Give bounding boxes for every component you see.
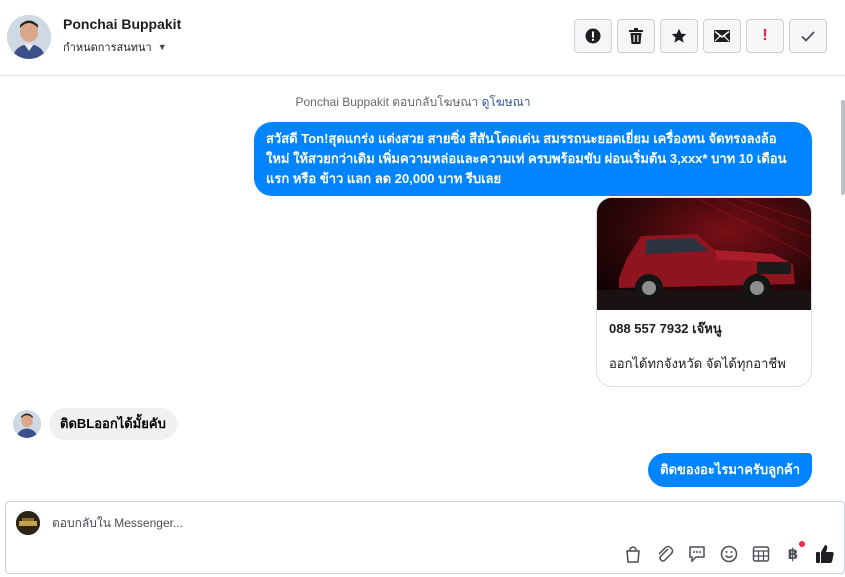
view-ad-link[interactable]: ดูโฆษณา (482, 95, 531, 109)
caret-down-icon: ▼ (157, 42, 167, 52)
envelope-icon (714, 30, 730, 42)
thumbs-up-icon[interactable] (814, 543, 836, 565)
ad-image (597, 198, 811, 310)
ad-card[interactable]: 088 557 7932 เจ๊หนู ออกได้ทกจังหวัด จัดไ… (596, 197, 812, 387)
ad-card-phone: 088 557 7932 เจ๊หนู (609, 321, 722, 336)
notification-dot (799, 541, 805, 547)
star-button[interactable] (660, 19, 698, 53)
delete-button[interactable] (617, 19, 655, 53)
trash-icon (629, 28, 643, 44)
assign-label: กำหนดการสนทนา (63, 42, 152, 54)
mark-unread-button[interactable] (703, 19, 741, 53)
mark-done-button[interactable] (789, 19, 827, 53)
star-icon (671, 28, 687, 44)
incoming-message: ติดBLออกได้มั้ยคับ (49, 408, 177, 440)
ad-card-subtitle: ออกได้ทกจังหวัด จัดได้ทุกอาชีพ (609, 356, 786, 371)
paperclip-icon[interactable] (654, 543, 676, 565)
incoming-message-row: ติดBLออกได้มั้ยคับ (13, 408, 177, 440)
speech-bubble-icon[interactable] (686, 543, 708, 565)
thread-scrollbar[interactable] (841, 100, 845, 195)
report-icon (585, 28, 601, 44)
contact-avatar[interactable] (7, 15, 51, 59)
ad-note-text: Ponchai Buppakit ตอบกลับโฆษณา (295, 95, 479, 109)
ad-reply-note: Ponchai Buppakit ตอบกลับโฆษณา ดูโฆษณา (0, 93, 826, 112)
shopping-bag-icon[interactable] (622, 543, 644, 565)
outgoing-message: สวัสดี Ton!สุดแกร่ง แต่งสวย สายซิ่ง สีสั… (254, 122, 812, 196)
emoji-icon[interactable] (718, 543, 740, 565)
sender-avatar (13, 410, 41, 438)
conversation-header: Ponchai Buppakit กำหนดการสนทนา ▼ ! (0, 0, 845, 76)
composer-tools: ฿ (622, 541, 836, 565)
page-avatar (16, 511, 40, 535)
report-button[interactable] (574, 19, 612, 53)
reply-composer: ฿ (5, 501, 845, 574)
header-actions: ! (574, 19, 827, 53)
outgoing-message: ติดของอะไรมาครับลูกค้า (648, 453, 812, 487)
baht-glyph: ฿ (787, 546, 799, 563)
checkmark-icon (801, 30, 815, 42)
important-icon: ! (762, 27, 768, 44)
baht-icon[interactable]: ฿ (782, 541, 805, 565)
reply-input[interactable] (52, 513, 612, 533)
contact-name[interactable]: Ponchai Buppakit (63, 16, 181, 32)
calendar-grid-icon[interactable] (750, 543, 772, 565)
assign-conversation-dropdown[interactable]: กำหนดการสนทนา ▼ (63, 38, 167, 56)
important-button[interactable]: ! (746, 19, 784, 53)
message-thread[interactable]: Ponchai Buppakit ตอบกลับโฆษณา ดูโฆษณา สว… (0, 77, 845, 497)
